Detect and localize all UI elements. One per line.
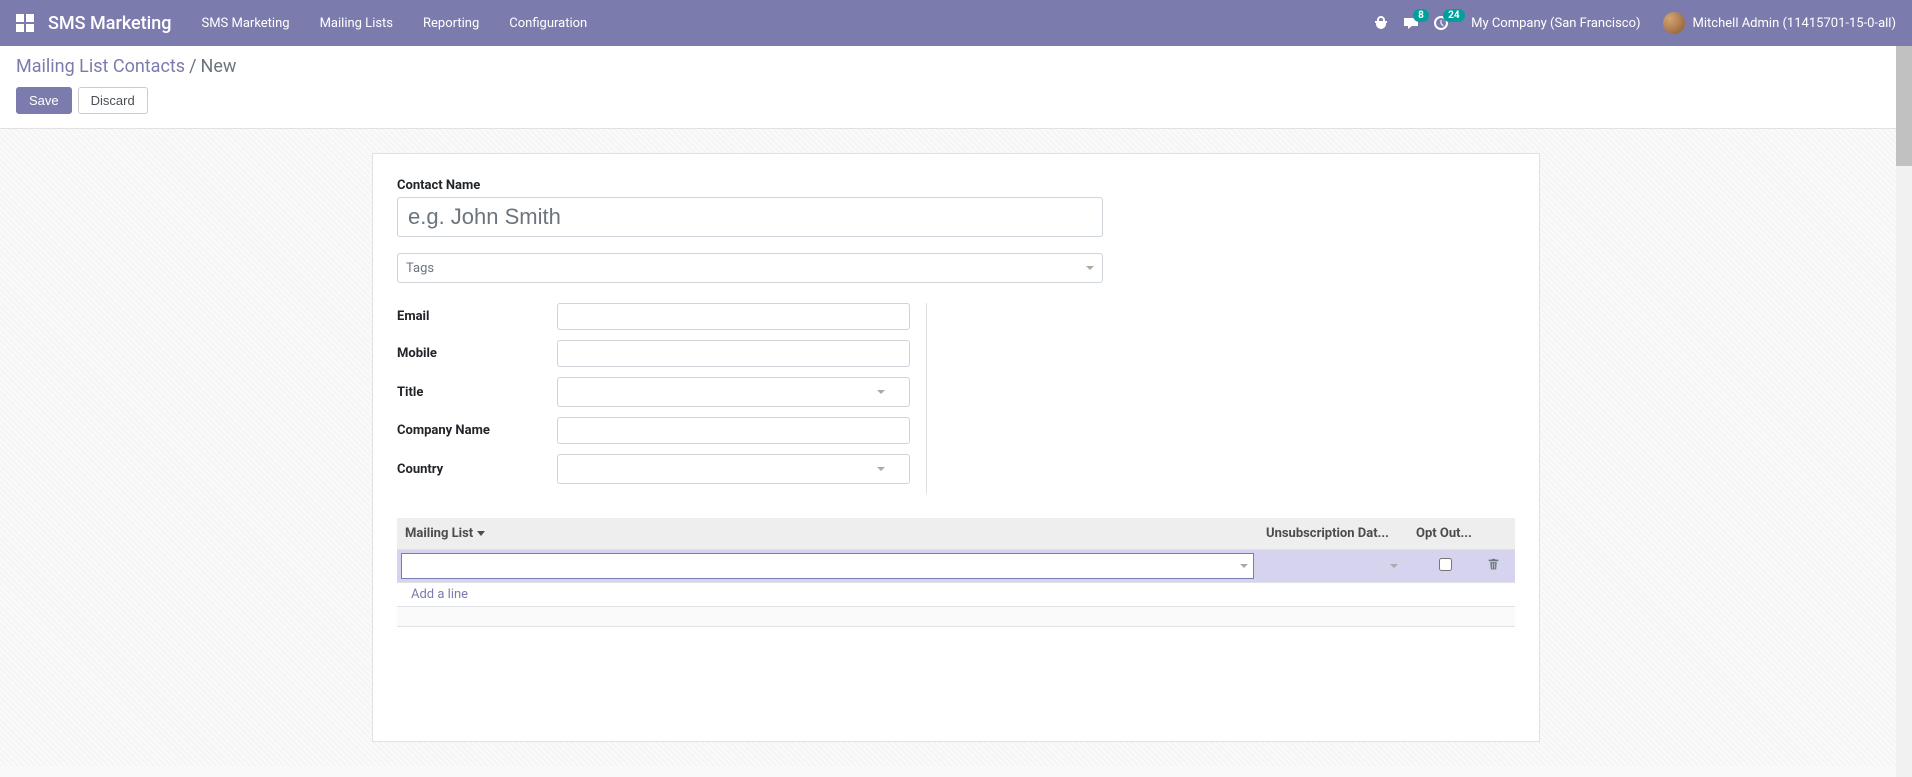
field-row-country: Country xyxy=(397,454,910,484)
nav-menu-configuration[interactable]: Configuration xyxy=(509,16,587,31)
title-label: Title xyxy=(397,385,557,400)
top-navbar: SMS Marketing SMS Marketing Mailing List… xyxy=(0,0,1912,46)
add-line-link[interactable]: Add a line xyxy=(403,579,476,610)
form-group: Email Mobile Title Company Name xyxy=(397,303,1515,494)
company-name-label: Company Name xyxy=(397,423,557,438)
th-unsubscription-date[interactable]: Unsubscription Dat... xyxy=(1258,518,1408,550)
activities-icon[interactable]: 24 xyxy=(1433,15,1449,31)
messages-badge: 8 xyxy=(1413,9,1429,22)
field-row-mobile: Mobile xyxy=(397,340,910,367)
form-column-left: Email Mobile Title Company Name xyxy=(397,303,927,494)
form-sheet: Contact Name Tags Email Mobile Title xyxy=(372,153,1540,742)
nav-right: 8 24 My Company (San Francisco) Mitchell… xyxy=(1373,12,1896,34)
nav-menu-sms-marketing[interactable]: SMS Marketing xyxy=(201,16,289,31)
breadcrumb-current: New xyxy=(201,56,237,77)
breadcrumb: Mailing List Contacts / New xyxy=(16,56,1896,77)
email-input[interactable] xyxy=(557,303,910,330)
nav-menu: SMS Marketing Mailing Lists Reporting Co… xyxy=(201,16,587,31)
mobile-label: Mobile xyxy=(397,346,557,361)
field-row-company-name: Company Name xyxy=(397,417,910,444)
table-row-add: Add a line xyxy=(397,583,1515,607)
activities-badge: 24 xyxy=(1443,9,1464,22)
breadcrumb-separator: / xyxy=(189,56,196,77)
debug-icon[interactable] xyxy=(1373,15,1389,31)
avatar xyxy=(1663,12,1685,34)
breadcrumb-parent[interactable]: Mailing List Contacts xyxy=(16,56,185,77)
unsub-date-cell-dropdown[interactable] xyxy=(1262,553,1404,579)
country-label: Country xyxy=(397,462,557,477)
email-label: Email xyxy=(397,309,557,324)
table-footer-spacer xyxy=(397,607,1515,627)
th-mailing-list-label: Mailing List xyxy=(405,526,473,541)
company-name-input[interactable] xyxy=(557,417,910,444)
control-panel: Mailing List Contacts / New Save Discard xyxy=(0,46,1912,129)
tags-field[interactable]: Tags xyxy=(397,253,1103,283)
scroll-thumb[interactable] xyxy=(1896,46,1912,166)
th-mailing-list[interactable]: Mailing List xyxy=(397,518,1258,550)
th-actions xyxy=(1483,518,1515,550)
chevron-down-icon xyxy=(1240,564,1248,568)
mailing-list-cell-input[interactable] xyxy=(401,553,1254,579)
chevron-down-icon xyxy=(1390,564,1398,568)
messages-icon[interactable]: 8 xyxy=(1403,15,1419,31)
save-button[interactable]: Save xyxy=(16,87,72,114)
mailing-list-cell-dropdown[interactable] xyxy=(401,553,1254,579)
contact-name-label: Contact Name xyxy=(397,178,1515,193)
delete-row-icon[interactable] xyxy=(1487,560,1500,575)
chevron-down-icon xyxy=(877,467,885,471)
country-select[interactable] xyxy=(557,454,910,484)
sort-caret-icon xyxy=(477,531,485,536)
control-buttons: Save Discard xyxy=(16,87,1896,114)
chevron-down-icon xyxy=(1086,266,1094,270)
user-menu[interactable]: Mitchell Admin (11415701-15-0-all) xyxy=(1663,12,1896,34)
field-row-email: Email xyxy=(397,303,910,330)
mobile-input[interactable] xyxy=(557,340,910,367)
chevron-down-icon xyxy=(877,390,885,394)
mailing-list-table: Mailing List Unsubscription Dat... Opt O… xyxy=(397,518,1515,627)
contact-name-input[interactable] xyxy=(397,197,1103,237)
tags-placeholder: Tags xyxy=(406,261,434,276)
apps-icon[interactable] xyxy=(16,14,34,32)
th-opt-out[interactable]: Opt Out... xyxy=(1408,518,1483,550)
nav-menu-reporting[interactable]: Reporting xyxy=(423,16,479,31)
table-row-editing xyxy=(397,550,1515,583)
discard-button[interactable]: Discard xyxy=(78,87,148,114)
nav-menu-mailing-lists[interactable]: Mailing Lists xyxy=(320,16,393,31)
title-select[interactable] xyxy=(557,377,910,407)
form-container: Contact Name Tags Email Mobile Title xyxy=(0,129,1912,766)
company-selector[interactable]: My Company (San Francisco) xyxy=(1471,16,1640,31)
scrollbar[interactable] xyxy=(1896,46,1912,777)
user-name: Mitchell Admin (11415701-15-0-all) xyxy=(1693,16,1896,31)
opt-out-checkbox[interactable] xyxy=(1439,558,1452,571)
app-brand[interactable]: SMS Marketing xyxy=(48,13,171,34)
field-row-title: Title xyxy=(397,377,910,407)
